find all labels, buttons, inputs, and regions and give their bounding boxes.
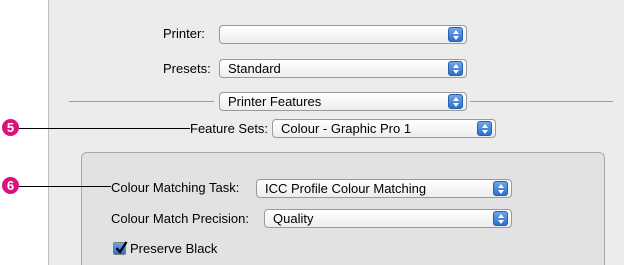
divider-left [69, 101, 214, 102]
colour-matching-task-popup[interactable]: ICC Profile Colour Matching [256, 179, 512, 198]
colour-match-precision-value: Quality [273, 211, 314, 226]
divider-right [470, 101, 613, 102]
checkmark-icon [115, 241, 128, 254]
updown-arrows-icon [448, 94, 463, 109]
callout-6-line [19, 186, 111, 187]
colour-matching-task-label: Colour Matching Task: [111, 180, 240, 195]
section-value: Printer Features [228, 94, 322, 109]
preserve-black-label[interactable]: Preserve Black [130, 241, 217, 256]
presets-popup[interactable]: Standard [219, 59, 467, 78]
feature-sets-value: Colour - Graphic Pro 1 [281, 121, 412, 136]
colour-match-precision-label: Colour Match Precision: [111, 211, 249, 226]
printer-popup[interactable] [219, 25, 467, 44]
feature-sets-label: Feature Sets: [190, 121, 269, 136]
updown-arrows-icon [448, 27, 463, 42]
preserve-black-checkbox[interactable] [113, 241, 128, 255]
colour-matching-task-value: ICC Profile Colour Matching [265, 181, 427, 196]
printer-label: Printer: [163, 26, 205, 41]
updown-arrows-icon [493, 211, 508, 226]
section-popup[interactable]: Printer Features [219, 92, 467, 111]
updown-arrows-icon [493, 181, 508, 196]
updown-arrows-icon [477, 121, 492, 136]
callout-6: 6 [2, 177, 19, 194]
callout-5: 5 [2, 119, 19, 136]
callout-5-line [19, 128, 190, 129]
colour-match-precision-popup[interactable]: Quality [264, 209, 512, 228]
presets-value: Standard [228, 61, 281, 76]
feature-sets-popup[interactable]: Colour - Graphic Pro 1 [272, 119, 496, 138]
presets-label: Presets: [163, 61, 211, 76]
updown-arrows-icon [448, 61, 463, 76]
